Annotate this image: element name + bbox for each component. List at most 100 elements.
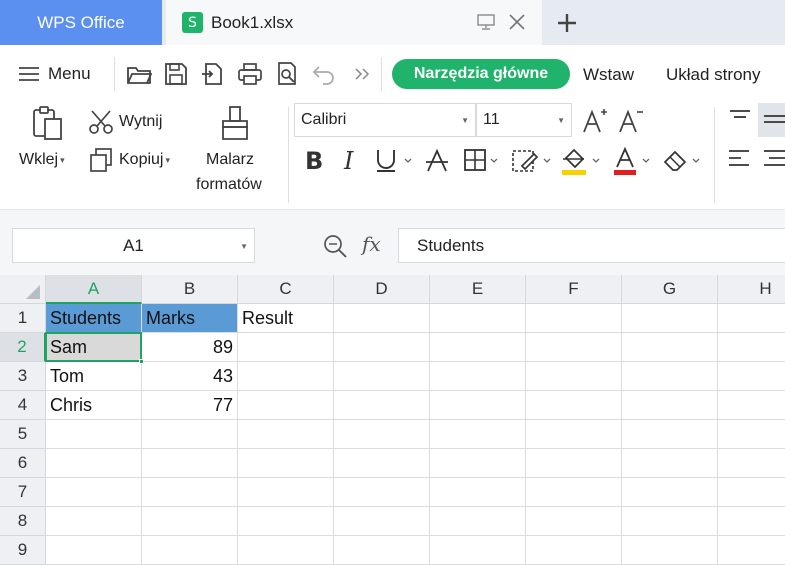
print-preview-icon[interactable] <box>274 61 300 87</box>
cell-d1[interactable] <box>334 304 430 333</box>
cell-a3[interactable]: Tom <box>46 362 142 391</box>
column-header-g[interactable]: G <box>622 275 718 304</box>
cell-a1[interactable]: Students <box>46 304 142 333</box>
insert-function-fx[interactable]: fx <box>362 232 381 256</box>
cell-c2[interactable] <box>238 333 334 362</box>
underline-icon[interactable] <box>374 146 414 174</box>
column-header-f[interactable]: F <box>526 275 622 304</box>
cell-f5[interactable] <box>526 420 622 449</box>
cell-f3[interactable] <box>526 362 622 391</box>
new-tab-plus-icon[interactable] <box>554 10 580 36</box>
cell-f9[interactable] <box>526 536 622 565</box>
clear-eraser-icon[interactable] <box>661 146 705 174</box>
cell-f6[interactable] <box>526 449 622 478</box>
cell-c9[interactable] <box>238 536 334 565</box>
paste-clipboard-icon[interactable] <box>30 105 66 141</box>
cell-c8[interactable] <box>238 507 334 536</box>
bold-icon[interactable]: B <box>303 146 327 174</box>
cell-h9[interactable] <box>718 536 785 565</box>
decrease-font-icon[interactable] <box>617 107 645 135</box>
cell-c7[interactable] <box>238 478 334 507</box>
cell-h2[interactable] <box>718 333 785 362</box>
zoom-lookup-icon[interactable] <box>322 233 348 259</box>
font-name-dropdown[interactable]: Calibri ▼ <box>294 103 476 137</box>
fill-pattern-icon[interactable] <box>510 146 554 174</box>
export-pdf-icon[interactable] <box>200 61 226 87</box>
italic-icon[interactable]: I <box>340 146 364 174</box>
cell-f4[interactable] <box>526 391 622 420</box>
cell-g3[interactable] <box>622 362 718 391</box>
column-header-c[interactable]: C <box>238 275 334 304</box>
cell-f2[interactable] <box>526 333 622 362</box>
monitor-icon[interactable] <box>477 14 495 30</box>
borders-icon[interactable] <box>462 146 502 174</box>
column-header-d[interactable]: D <box>334 275 430 304</box>
more-tools-chevron-icon[interactable] <box>350 61 376 87</box>
cell-g2[interactable] <box>622 333 718 362</box>
row-header-1[interactable]: 1 <box>0 304 46 333</box>
tab-home-active[interactable]: Narzędzia główne <box>392 59 570 89</box>
cell-a7[interactable] <box>46 478 142 507</box>
cell-c1[interactable]: Result <box>238 304 334 333</box>
format-painter-label-1[interactable]: Malarz <box>206 151 254 169</box>
align-top-icon[interactable] <box>727 107 753 131</box>
copy-button[interactable]: Kopiuj ▾ <box>88 147 170 173</box>
increase-font-icon[interactable] <box>581 107 609 135</box>
cell-h5[interactable] <box>718 420 785 449</box>
format-painter-label-2[interactable]: formatów <box>196 176 262 194</box>
document-tab[interactable]: S Book1.xlsx <box>166 0 542 45</box>
cell-d3[interactable] <box>334 362 430 391</box>
cell-h6[interactable] <box>718 449 785 478</box>
cell-f1[interactable] <box>526 304 622 333</box>
cell-b7[interactable] <box>142 478 238 507</box>
cell-e2[interactable] <box>430 333 526 362</box>
select-all-corner[interactable] <box>0 275 46 304</box>
cell-d6[interactable] <box>334 449 430 478</box>
cell-e3[interactable] <box>430 362 526 391</box>
cell-g4[interactable] <box>622 391 718 420</box>
formula-input[interactable]: Students <box>398 228 785 263</box>
cell-d9[interactable] <box>334 536 430 565</box>
row-header-5[interactable]: 5 <box>0 420 46 449</box>
align-center-icon[interactable] <box>762 147 785 171</box>
name-box[interactable]: A1 ▼ <box>12 228 255 263</box>
fill-color-bucket-icon[interactable] <box>560 146 604 176</box>
close-tab-icon[interactable] <box>507 12 527 32</box>
paste-button[interactable]: Wklej ▾ <box>19 151 65 169</box>
cell-e9[interactable] <box>430 536 526 565</box>
row-header-7[interactable]: 7 <box>0 478 46 507</box>
open-folder-icon[interactable] <box>126 61 152 87</box>
cell-d5[interactable] <box>334 420 430 449</box>
print-icon[interactable] <box>237 61 263 87</box>
cell-b8[interactable] <box>142 507 238 536</box>
row-header-6[interactable]: 6 <box>0 449 46 478</box>
column-header-b[interactable]: B <box>142 275 238 304</box>
tab-page-layout[interactable]: Układ strony <box>666 65 760 85</box>
cell-d2[interactable] <box>334 333 430 362</box>
cell-e1[interactable] <box>430 304 526 333</box>
cell-a6[interactable] <box>46 449 142 478</box>
cell-c4[interactable] <box>238 391 334 420</box>
cell-a2[interactable]: Sam <box>46 333 142 362</box>
cell-g8[interactable] <box>622 507 718 536</box>
row-header-3[interactable]: 3 <box>0 362 46 391</box>
font-color-icon[interactable] <box>612 146 656 176</box>
cell-d7[interactable] <box>334 478 430 507</box>
cell-c3[interactable] <box>238 362 334 391</box>
cell-a9[interactable] <box>46 536 142 565</box>
cell-b4[interactable]: 77 <box>142 391 238 420</box>
save-icon[interactable] <box>163 61 189 87</box>
cell-g5[interactable] <box>622 420 718 449</box>
wps-office-tab[interactable]: WPS Office <box>0 0 162 45</box>
align-middle-button[interactable] <box>758 103 785 137</box>
cell-h3[interactable] <box>718 362 785 391</box>
cell-b1[interactable]: Marks <box>142 304 238 333</box>
cell-f7[interactable] <box>526 478 622 507</box>
cell-h1[interactable] <box>718 304 785 333</box>
cell-e6[interactable] <box>430 449 526 478</box>
cell-g6[interactable] <box>622 449 718 478</box>
format-painter-brush-icon[interactable] <box>218 105 252 143</box>
cell-a5[interactable] <box>46 420 142 449</box>
column-header-a[interactable]: A <box>46 275 142 304</box>
cell-a8[interactable] <box>46 507 142 536</box>
